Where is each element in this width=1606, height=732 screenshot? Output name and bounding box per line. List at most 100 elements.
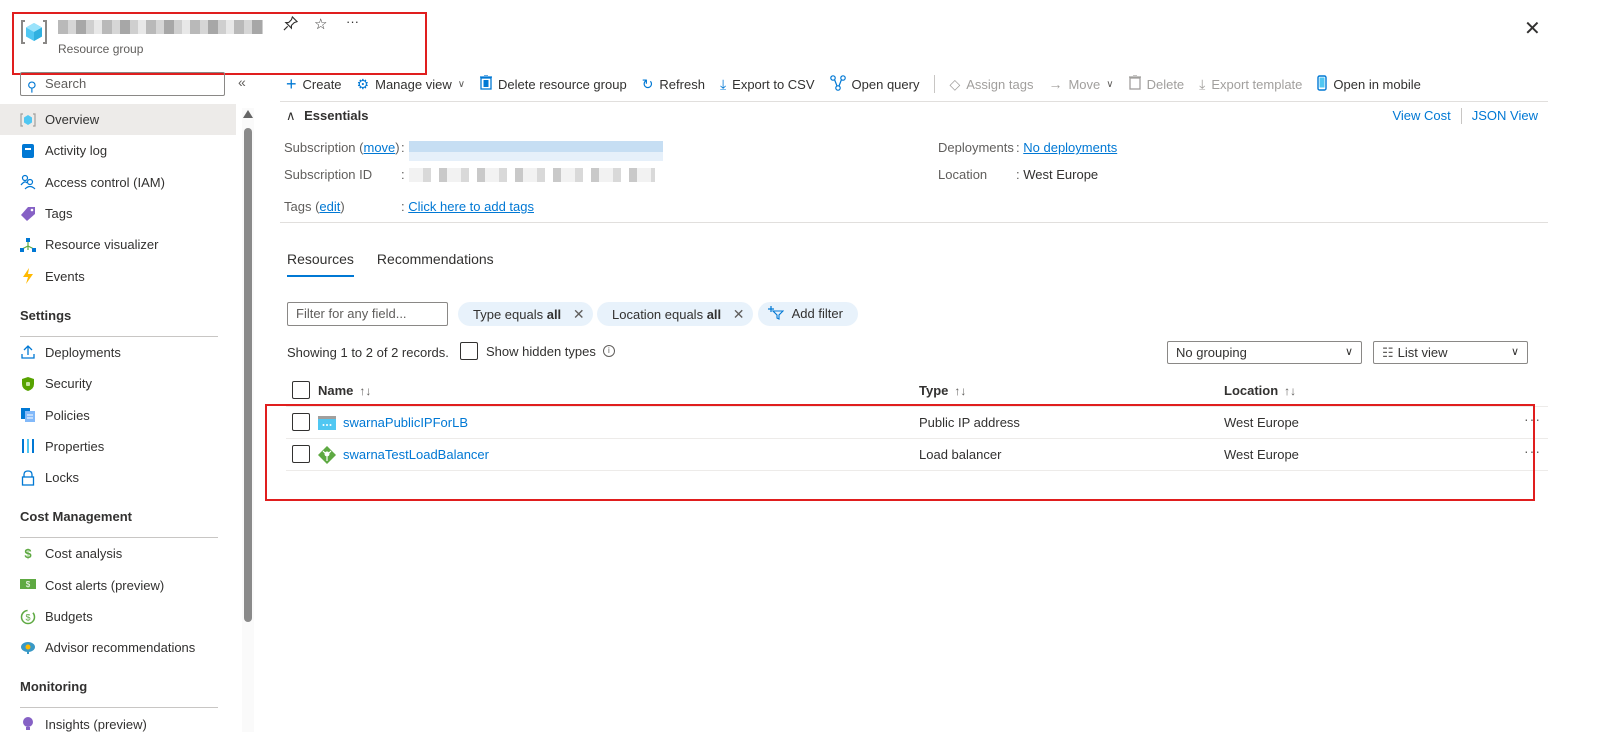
move-button[interactable]: → Move ∨ [1048, 76, 1113, 92]
sidebar-item-advisor[interactable]: Advisor recommendations [0, 632, 236, 663]
column-header-name[interactable]: Name ↑↓ [318, 383, 371, 398]
star-icon[interactable]: ☆ [314, 15, 327, 33]
add-tags-link[interactable]: Click here to add tags [408, 199, 534, 214]
sidebar-item-properties[interactable]: Properties [0, 431, 236, 462]
close-button[interactable]: ✕ [1524, 16, 1541, 41]
open-in-mobile-button[interactable]: Open in mobile [1317, 74, 1421, 94]
sidebar-item-resource-visualizer[interactable]: Resource visualizer [0, 229, 236, 260]
sidebar-item-activity-log[interactable]: Activity log [0, 135, 236, 166]
cost-analysis-icon: $ [24, 546, 32, 562]
refresh-label: Refresh [659, 76, 705, 92]
type-filter-pill[interactable]: Type equals all ✕ [458, 302, 593, 326]
tab-resources[interactable]: Resources [287, 251, 354, 277]
sidebar-scrollbar[interactable] [242, 108, 254, 732]
sidebar-item-overview[interactable]: Overview [0, 104, 236, 136]
resource-type-subtitle: Resource group [58, 42, 144, 56]
sidebar-item-cost-alerts[interactable]: $ Cost alerts (preview) [0, 570, 236, 601]
row-checkbox[interactable] [292, 413, 310, 431]
sidebar-item-label: Activity log [45, 143, 108, 159]
delete-label: Delete [1146, 76, 1185, 92]
manage-view-button[interactable]: ⚙ Manage view ∨ [357, 76, 466, 93]
assign-tags-button[interactable]: ◇ Assign tags [949, 76, 1033, 93]
info-icon[interactable]: i [602, 345, 615, 357]
chevron-down-icon: ∨ [1106, 78, 1114, 90]
scrollbar-thumb[interactable] [244, 128, 252, 622]
grouping-dropdown[interactable]: No grouping ∨ [1167, 341, 1362, 364]
resource-name-link[interactable]: swarnaPublicIPForLB [343, 415, 468, 430]
policy-icon [20, 407, 36, 423]
subscription-value-redacted[interactable] [409, 141, 663, 161]
row-more-button[interactable]: ··· [1524, 411, 1541, 427]
open-query-button[interactable]: Open query [829, 74, 919, 94]
create-button[interactable]: + Create [286, 74, 342, 95]
resource-name-link[interactable]: swarnaTestLoadBalancer [343, 447, 489, 462]
sidebar: ⚲ Search « Overview Activity log Access … [0, 70, 258, 732]
export-csv-button[interactable]: ⤓ Export to CSV [720, 76, 815, 93]
chevron-down-icon: ∨ [1344, 346, 1353, 358]
sidebar-item-policies[interactable]: Policies [0, 399, 236, 430]
subscription-move-link[interactable]: move [363, 140, 395, 155]
more-options-button[interactable]: ··· [346, 14, 359, 29]
sidebar-item-access-control[interactable]: Access control (IAM) [0, 167, 236, 198]
scroll-up-arrow-icon[interactable] [243, 110, 253, 118]
sidebar-item-budgets[interactable]: $ Budgets [0, 601, 236, 632]
sidebar-item-insights[interactable]: Insights (preview) [0, 708, 236, 732]
resource-group-name-redacted [58, 20, 263, 34]
collapse-sidebar-button[interactable]: « [238, 74, 246, 90]
column-header-location[interactable]: Location ↑↓ [1224, 383, 1296, 398]
delete-button[interactable]: Delete [1128, 74, 1185, 93]
row-checkbox[interactable] [292, 445, 310, 463]
sort-icon: ↑↓ [359, 384, 372, 398]
tag-icon [20, 206, 36, 222]
sidebar-item-events[interactable]: Events [0, 260, 236, 291]
sidebar-item-label: Overview [45, 112, 100, 128]
colon: : [401, 167, 405, 182]
sidebar-item-locks[interactable]: Locks [0, 462, 236, 493]
row-more-button[interactable]: ··· [1524, 443, 1541, 459]
location-filter-pill[interactable]: Location equals all ✕ [597, 302, 753, 326]
column-header-type[interactable]: Type ↑↓ [919, 383, 966, 398]
essentials-toggle[interactable]: ∧ Essentials [286, 108, 368, 124]
chevron-down-icon: ∨ [1510, 346, 1519, 358]
sort-icon: ↑↓ [954, 384, 967, 398]
table-row[interactable]: swarnaTestLoadBalancer Load balancer Wes… [286, 439, 1548, 471]
essentials-title: Essentials [304, 108, 369, 123]
add-filter-button[interactable]: Add filter [758, 302, 858, 326]
subscription-id-redacted [409, 168, 655, 182]
shield-icon [20, 376, 36, 392]
sidebar-item-cost-analysis[interactable]: $ Cost analysis [0, 538, 236, 569]
deployments-link[interactable]: No deployments [1023, 140, 1117, 155]
pin-icon[interactable] [283, 15, 299, 35]
upload-icon [20, 344, 36, 360]
iam-icon [20, 174, 36, 190]
type-filter-value: all [546, 307, 562, 322]
sidebar-item-tags[interactable]: Tags [0, 198, 236, 229]
view-mode-dropdown[interactable]: ☷ List view ∨ [1373, 341, 1528, 364]
export-template-button[interactable]: ⤓ Export template [1199, 76, 1302, 93]
remove-filter-icon[interactable]: ✕ [733, 306, 745, 322]
table-row[interactable]: swarnaPublicIPForLB Public IP address We… [286, 407, 1548, 439]
sidebar-item-security[interactable]: Security [0, 368, 236, 399]
sidebar-search-input[interactable]: ⚲ Search [20, 72, 225, 96]
delete-resource-group-button[interactable]: Delete resource group [480, 74, 627, 93]
show-hidden-types-checkbox[interactable] [460, 342, 478, 360]
show-hidden-types: Show hidden types i [460, 342, 615, 360]
remove-filter-icon[interactable]: ✕ [573, 306, 585, 322]
column-type-label: Type [919, 383, 949, 398]
tab-recommendations[interactable]: Recommendations [377, 251, 494, 277]
sidebar-item-label: Locks [45, 470, 79, 486]
sidebar-item-label: Events [45, 268, 85, 284]
filter-input[interactable]: Filter for any field... [287, 302, 448, 326]
json-view-link[interactable]: JSON View [1472, 108, 1538, 124]
sidebar-item-deployments[interactable]: Deployments [0, 337, 236, 368]
resource-tabs: Resources Recommendations [287, 251, 517, 277]
select-all-checkbox[interactable] [292, 381, 310, 399]
toolbar-divider [934, 75, 936, 93]
view-cost-link[interactable]: View Cost [1392, 108, 1450, 124]
colon: : [1016, 167, 1020, 182]
tags-edit-link[interactable]: edit [319, 199, 340, 214]
refresh-button[interactable]: ↻ Refresh [642, 76, 705, 93]
advisor-icon [20, 640, 36, 656]
sidebar-item-label: Cost analysis [45, 546, 123, 562]
resource-group-icon [21, 20, 47, 44]
